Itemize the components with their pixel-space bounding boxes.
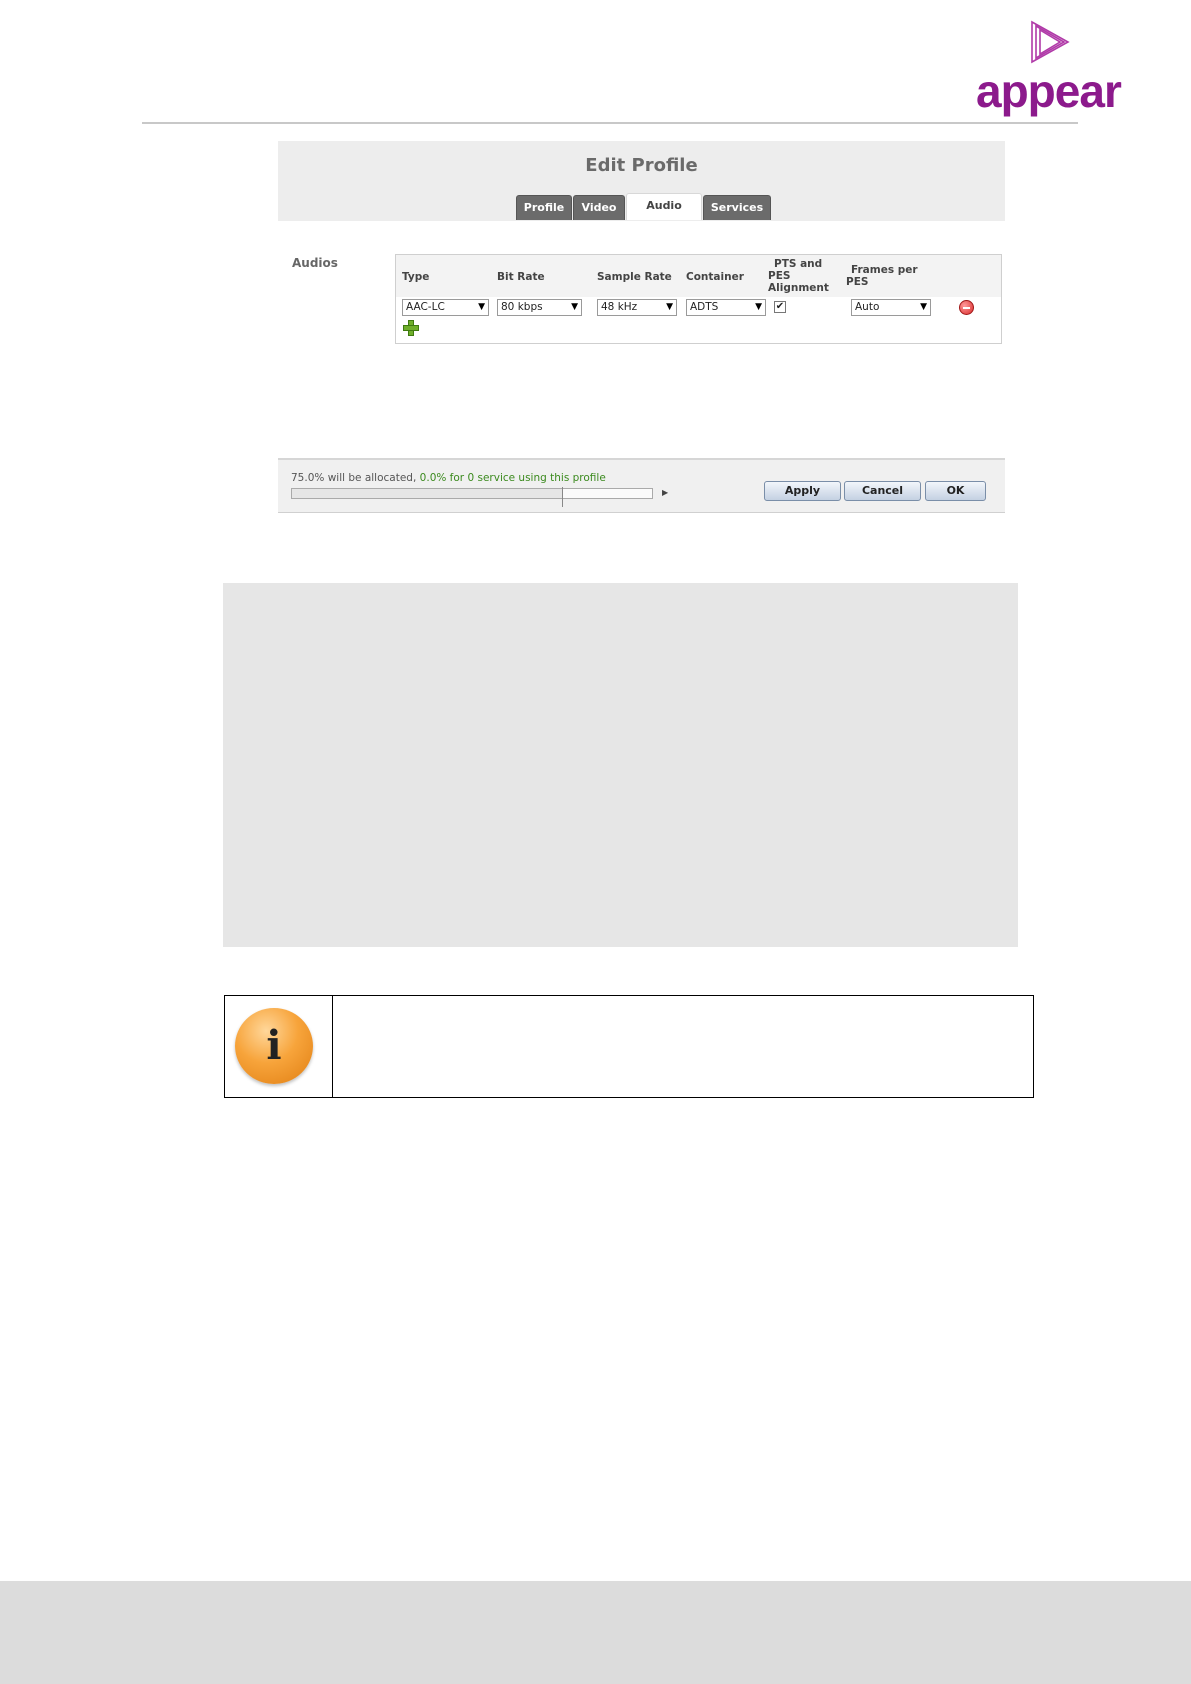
col-pts-line1: PTS and — [774, 258, 823, 270]
chevron-down-icon: ▼ — [571, 302, 578, 312]
allocation-progress-bar — [291, 487, 653, 507]
col-pts-line2: PES — [768, 270, 791, 282]
info-icon: i — [235, 1008, 313, 1084]
service-usage-text: 0.0% for 0 service using this profile — [419, 472, 606, 484]
frames-per-pes-select-value: Auto — [855, 301, 880, 313]
bit-rate-select-value: 80 kbps — [501, 301, 543, 313]
chevron-down-icon: ▼ — [920, 302, 927, 312]
info-box: i — [224, 995, 1034, 1098]
chevron-down-icon: ▼ — [666, 302, 673, 312]
col-pts-line3: Alignment — [768, 282, 829, 294]
page-title: Edit Profile — [585, 155, 698, 176]
audio-table: Type Bit Rate Sample Rate Container PTS … — [395, 254, 1002, 344]
header-divider — [142, 122, 1078, 124]
sample-rate-select-value: 48 kHz — [601, 301, 638, 313]
col-frames-per-pes: Frames per PES — [846, 264, 918, 288]
chevron-down-icon: ▼ — [755, 302, 762, 312]
info-box-divider — [332, 996, 333, 1097]
logo-text: appear — [976, 65, 1122, 117]
play-arrow-icon: ▶ — [662, 488, 669, 497]
cancel-button[interactable]: Cancel — [844, 481, 921, 501]
tab-audio[interactable]: Audio — [626, 193, 702, 220]
status-bar: 75.0% will be allocated, 0.0% for 0 serv… — [278, 458, 1005, 513]
col-sample-rate: Sample Rate — [597, 271, 672, 283]
col-container: Container — [686, 271, 744, 283]
plus-icon[interactable] — [403, 320, 419, 336]
pts-alignment-checkbox[interactable]: ✔ — [774, 301, 786, 313]
tab-video[interactable]: Video — [573, 195, 625, 220]
tab-profile[interactable]: Profile — [516, 195, 572, 220]
footer-band — [0, 1581, 1191, 1684]
play-triangle-logo-icon — [1031, 20, 1070, 64]
frames-per-pes-select[interactable]: Auto ▼ — [851, 299, 931, 316]
edit-profile-header: Edit Profile Profile Video Audio Service… — [278, 141, 1005, 221]
type-select[interactable]: AAC-LC ▼ — [402, 299, 489, 316]
chevron-down-icon: ▼ — [478, 302, 485, 312]
col-type: Type — [402, 271, 430, 283]
allocation-status: 75.0% will be allocated, 0.0% for 0 serv… — [291, 472, 606, 484]
container-select[interactable]: ADTS ▼ — [686, 299, 766, 316]
tab-services[interactable]: Services — [703, 195, 771, 220]
allocation-text: 75.0% will be allocated, — [291, 472, 417, 484]
col-fpp-line2: PES — [846, 276, 869, 288]
minus-circle-icon[interactable] — [959, 300, 974, 315]
ok-button[interactable]: OK — [925, 481, 986, 501]
type-select-value: AAC-LC — [406, 301, 445, 313]
col-bit-rate: Bit Rate — [497, 271, 545, 283]
allocation-marker — [562, 487, 563, 507]
bit-rate-select[interactable]: 80 kbps ▼ — [497, 299, 582, 316]
table-header-row: Type Bit Rate Sample Rate Container PTS … — [396, 255, 1001, 297]
col-fpp-line1: Frames per — [851, 264, 918, 276]
sample-rate-select[interactable]: 48 kHz ▼ — [597, 299, 677, 316]
apply-button[interactable]: Apply — [764, 481, 841, 501]
audios-section-label: Audios — [292, 256, 338, 270]
appear-logo: appear — [976, 18, 1122, 114]
placeholder-block — [223, 583, 1018, 947]
container-select-value: ADTS — [690, 301, 719, 313]
allocation-progress-fill — [292, 489, 562, 498]
col-pts-alignment: PTS and PES Alignment — [768, 258, 829, 294]
